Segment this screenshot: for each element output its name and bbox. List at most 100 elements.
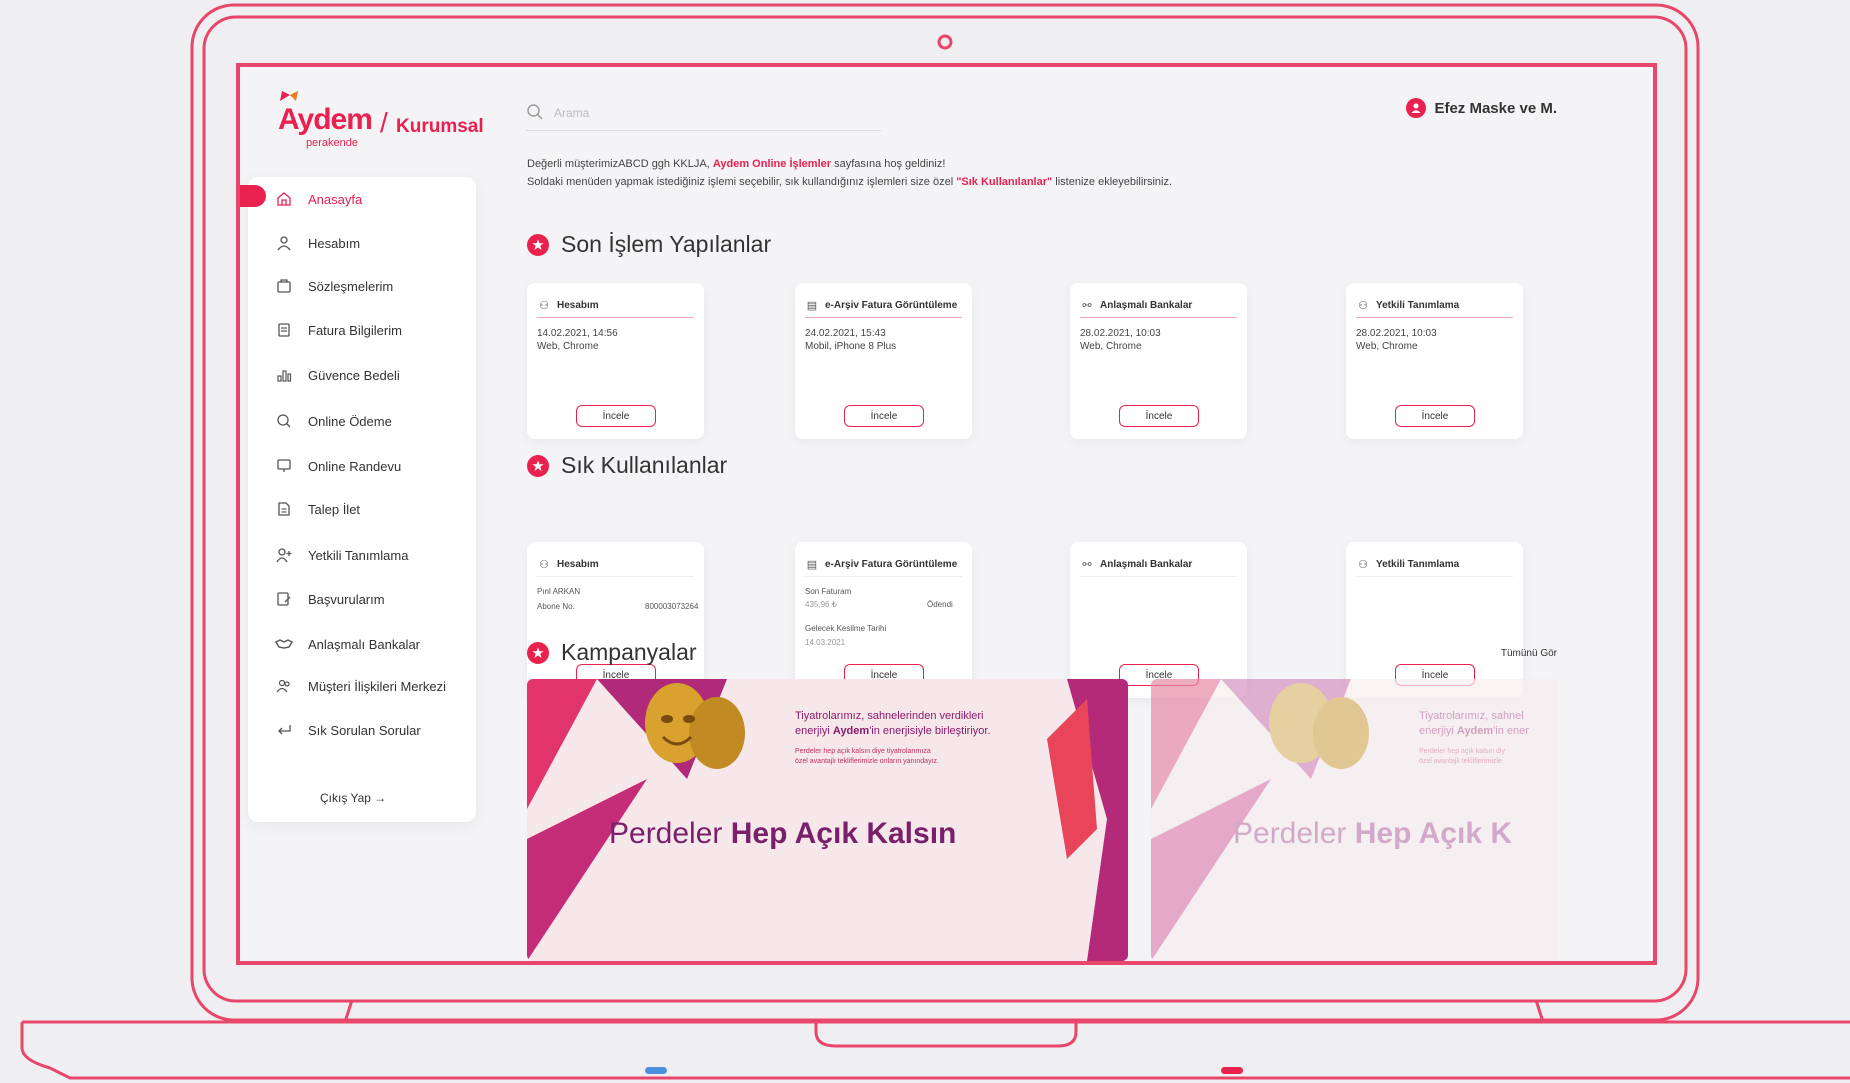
subscriber-label: Abone No. [537, 602, 575, 611]
banner-small-text: özel avantajlı tekliflerimizle [1419, 758, 1502, 765]
banner-text: Tiyatrolarımız, sahnel [1419, 710, 1524, 722]
payment-status: Ödendi [927, 600, 953, 609]
user-icon [274, 233, 294, 253]
user-icon: ⚇ [539, 300, 549, 312]
logout-button[interactable]: Çıkış Yap → [320, 791, 386, 805]
sidebar-item-sik-sorulan-sorular[interactable]: Sık Sorulan Sorular [248, 712, 476, 748]
incele-button[interactable]: İncele [576, 405, 656, 427]
section-heading: Son İşlem Yapılanlar [561, 231, 772, 257]
app-screen: Aydem perakende / Kurumsal Arama Efez Ma… [240, 67, 1653, 961]
sidebar-item-fatura-bilgilerim[interactable]: Fatura Bilgilerim [248, 312, 476, 348]
next-cut-label: Gelecek Kesilme Tarihi [805, 624, 887, 633]
search-input[interactable]: Arama [554, 106, 589, 120]
card-date: 28.02.2021, 10:03 [1356, 328, 1437, 339]
banner-text: Tiyatrolarımız, sahnelerinden verdikleri [795, 710, 984, 722]
application-icon [274, 589, 294, 609]
logo-brand: Aydem [278, 103, 373, 136]
card-date: 28.02.2021, 10:03 [1080, 328, 1161, 339]
recent-card-anlasmali-bankalar[interactable]: ⚯ Anlaşmalı Bankalar 28.02.2021, 10:03 We… [1070, 283, 1247, 439]
welcome-text: Soldaki menüden yapmak istediğiniz işlem… [527, 176, 957, 188]
sidebar-item-online-odeme[interactable]: Online Ödeme [248, 403, 476, 439]
next-cut-date: 14.03.2021 [805, 638, 846, 647]
star-icon [527, 233, 549, 256]
sidebar-item-anasayfa[interactable]: Anasayfa [248, 181, 476, 217]
invoice-icon: ▤ [806, 559, 818, 571]
card-title: Hesabım [557, 559, 599, 570]
favorite-card-hesabim[interactable]: ⚇ Hesabım Pınl ARKAN Abone No. 8000030732… [527, 542, 704, 698]
contract-icon [274, 276, 294, 296]
laptop-mockup: Aydem perakende / Kurumsal Arama Efez Ma… [0, 0, 1850, 1083]
banner-text: 'in ener [1493, 725, 1529, 737]
subscriber-number: 800003073264 [645, 602, 699, 611]
banner-small-text: Perdeler hep açık kalsın diye tiyatrolar… [795, 748, 931, 755]
payment-search-icon [274, 411, 294, 431]
user-add-icon [274, 545, 294, 565]
welcome-text: Değerli müşterimizABCD ggh KKLJA, [527, 158, 713, 170]
welcome-text: sayfasına hoş geldiniz! [831, 158, 946, 170]
banner-text: Aydem [832, 725, 870, 737]
sidebar-item-label: Fatura Bilgilerim [308, 322, 402, 338]
handshake-icon [274, 634, 294, 654]
banner-text: enerjiyi [1419, 725, 1457, 737]
sidebar: Anasayfa Hesabım Sözleşmelerim Fatura Bi… [240, 177, 476, 822]
search-bar[interactable]: Arama [526, 95, 881, 131]
recent-card-hesabim[interactable]: ⚇ Hesabım 14.02.2021, 14:56 Web, Chrome İ… [527, 283, 704, 439]
card-title: Yetkili Tanımlama [1376, 559, 1460, 570]
campaign-banner-2[interactable]: Tiyatrolarımız, sahnel enerjiyi Aydem'in… [1151, 679, 1559, 961]
banner-headline: Perdeler [609, 817, 731, 850]
sidebar-item-label: Anasayfa [308, 191, 363, 207]
document-icon [274, 499, 294, 519]
monitor-icon [274, 456, 294, 476]
section-heading: Sık Kullanılanlar [561, 452, 728, 478]
sidebar-item-guvence-bedeli[interactable]: Güvence Bedeli [248, 357, 476, 393]
campaigns-section-title: Kampanyalar [527, 639, 697, 666]
incele-button[interactable]: İncele [1395, 405, 1475, 427]
sidebar-item-label: Sık Sorulan Sorular [308, 722, 421, 738]
favorite-card-e-arsiv[interactable]: ▤ e-Arşiv Fatura Görüntüleme Son Faturam … [795, 542, 972, 698]
handshake-icon: ⚯ [1082, 559, 1092, 571]
sidebar-item-talep-ilet[interactable]: Talep İlet [248, 491, 476, 527]
sidebar-item-sozlesmelerim[interactable]: Sözleşmelerim [248, 268, 476, 304]
user-avatar-icon [1406, 98, 1427, 118]
search-icon [527, 104, 543, 120]
sidebar-item-basvurularim[interactable]: Başvurularım [248, 581, 476, 617]
banner-text: enerjiyi [795, 725, 833, 737]
card-device: Web, Chrome [537, 341, 599, 352]
sidebar-item-anlasmali-bankalar[interactable]: Anlaşmalı Bankalar [248, 626, 476, 662]
sidebar-item-musteri-iliskileri[interactable]: Müşteri İlişkileri Merkezi [248, 668, 476, 704]
sidebar-item-yetkili-tanimlama[interactable]: Yetkili Tanımlama [248, 537, 476, 573]
sidebar-item-label: Online Randevu [308, 458, 402, 474]
user-name: Efez Maske ve M. [1434, 99, 1557, 117]
sidebar-item-hesabim[interactable]: Hesabım [248, 225, 476, 261]
incele-button[interactable]: İncele [1119, 405, 1199, 427]
welcome-text: listenize ekleyebilirsiniz. [1052, 176, 1173, 188]
see-all-link[interactable]: Tümünü Gör [1501, 648, 1557, 659]
favorite-card-yetkili-tanimlama[interactable]: ⚇ Yetkili Tanımlama İncele [1346, 542, 1523, 698]
incele-button[interactable]: İncele [844, 405, 924, 427]
welcome-highlight: "Sık Kullanılanlar" [956, 176, 1053, 188]
card-title: Anlaşmalı Bankalar [1100, 300, 1193, 311]
sidebar-item-label: Online Ödeme [308, 413, 392, 429]
favorite-card-anlasmali-bankalar[interactable]: ⚯ Anlaşmalı Bankalar İncele [1070, 542, 1247, 698]
invoice-icon: ▤ [806, 300, 818, 312]
sidebar-item-label: Sözleşmelerim [308, 278, 394, 294]
user-add-icon: ⚇ [1358, 300, 1368, 312]
home-icon [274, 189, 294, 209]
logo-kurumsal: Kurumsal [396, 116, 484, 137]
user-add-icon: ⚇ [1358, 559, 1368, 571]
sidebar-item-label: Yetkili Tanımlama [308, 547, 409, 563]
aydem-logo[interactable]: Aydem perakende / Kurumsal [276, 91, 484, 151]
sidebar-item-online-randevu[interactable]: Online Randevu [248, 448, 476, 484]
banner-small-text: özel avantajlı tekliflerimizle onların y… [795, 758, 939, 765]
star-icon [527, 454, 549, 477]
campaign-banner-1[interactable]: Tiyatrolarımız, sahnelerinden verdikleri… [527, 679, 1128, 961]
welcome-message: Değerli müşterimizABCD ggh KKLJA, Aydem … [527, 155, 1172, 191]
banner-text: 'in enerjisiyle birleştiriyor. [869, 725, 991, 737]
logo-sub: perakende [306, 137, 358, 149]
card-title: Anlaşmalı Bankalar [1100, 559, 1193, 570]
recent-card-yetkili-tanimlama[interactable]: ⚇ Yetkili Tanımlama 28.02.2021, 10:03 Web… [1346, 283, 1523, 439]
recent-card-e-arsiv[interactable]: ▤ e-Arşiv Fatura Görüntüleme 24.02.2021, … [795, 283, 972, 439]
banner-headline: Hep Açık K [1354, 817, 1512, 850]
card-title: Yetkili Tanımlama [1376, 300, 1460, 311]
user-menu[interactable]: Efez Maske ve M. [1406, 95, 1557, 121]
